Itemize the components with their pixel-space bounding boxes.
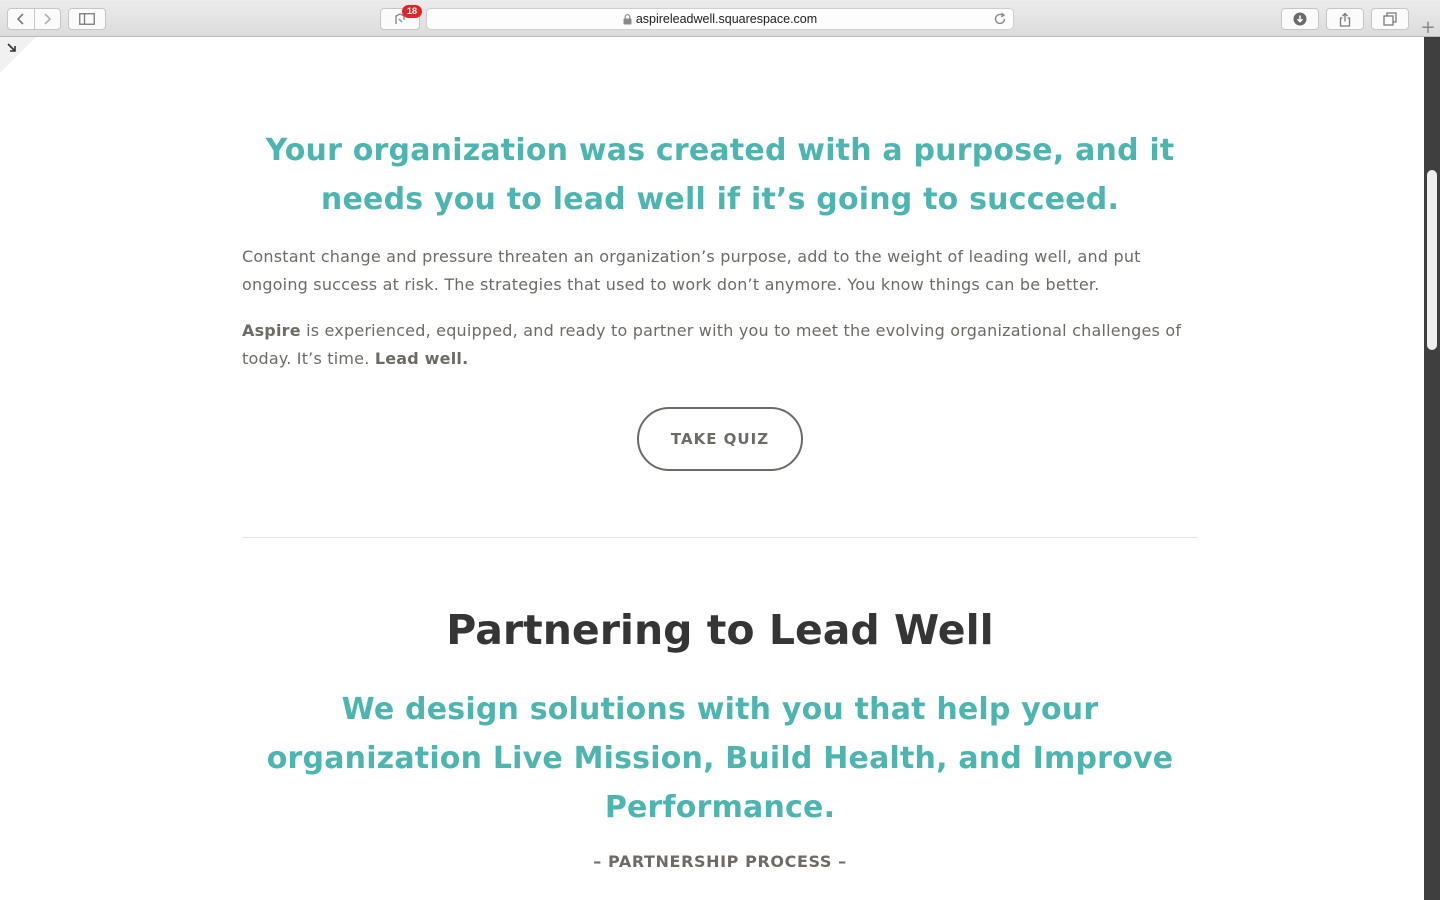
sidebar-icon <box>79 13 95 25</box>
section-title: Partnering to Lead Well <box>446 606 994 654</box>
downloads-button[interactable] <box>1281 8 1319 30</box>
new-tab-button[interactable]: + <box>1417 16 1439 38</box>
sidebar-button[interactable] <box>68 8 106 30</box>
share-icon <box>1339 12 1351 27</box>
hero-headline: Your organization was created with a pur… <box>265 133 1175 217</box>
web-page: Your organization was created with a pur… <box>0 37 1424 900</box>
reload-icon[interactable] <box>993 12 1007 26</box>
take-quiz-button[interactable]: TAKE QUIZ <box>637 407 803 471</box>
extension-badge: 18 <box>402 5 422 18</box>
lock-icon <box>623 13 632 24</box>
brand-name: Aspire <box>242 321 301 340</box>
share-button[interactable] <box>1326 8 1364 30</box>
hero-paragraph-1: Constant change and pressure threaten an… <box>242 247 1141 294</box>
back-button[interactable] <box>8 9 34 29</box>
hero-paragraph-2: Aspire is experienced, equipped, and rea… <box>242 317 1198 373</box>
tabs-icon <box>1383 12 1397 26</box>
forward-button[interactable] <box>33 9 61 29</box>
scrollbar-thumb[interactable] <box>1427 170 1437 350</box>
partnership-process-label: – PARTNERSHIP PROCESS – <box>593 852 847 871</box>
tagline: Lead well. <box>374 349 469 368</box>
chevron-right-icon <box>44 13 52 25</box>
expand-arrow-icon[interactable] <box>6 42 18 54</box>
nav-buttons <box>7 8 61 30</box>
chevron-left-icon <box>16 13 24 25</box>
url-text: aspireleadwell.squarespace.com <box>635 12 818 26</box>
section-divider <box>242 537 1198 538</box>
scrollbar[interactable] <box>1424 37 1440 900</box>
address-bar[interactable]: aspireleadwell.squarespace.com <box>426 8 1014 30</box>
browser-toolbar: 18 aspireleadwell.squarespace.com <box>0 0 1440 37</box>
extension-button[interactable]: 18 <box>380 5 422 30</box>
tabs-overview-button[interactable] <box>1371 8 1409 30</box>
download-icon <box>1293 12 1307 26</box>
partnering-subheadline: We design solutions with you that help y… <box>266 692 1174 825</box>
